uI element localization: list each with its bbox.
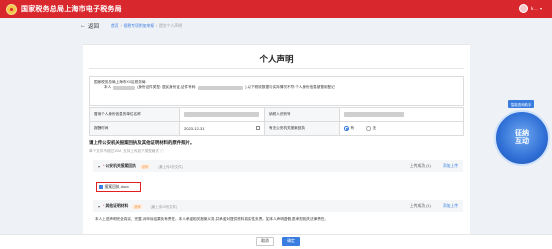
address-suffix: ),以下税收数据与实际情况不符:个人身份信息被冒用登记 [245,85,335,89]
statement-card: 个人声明 国家税务总局上海市XX区税务局: 本人 (身份证件类型: 居民身份证,… [83,44,470,249]
upload-note: 单个文件不超过10M, 支持上传如下类型格式 ⓘ [89,149,164,153]
required-tag: 必传 [139,163,151,169]
back-button[interactable]: ← 返回 [80,22,99,30]
required-mark: * [103,164,105,168]
breadcrumb: 首页 / 個税专项附加申报 / 提交个人声明 [111,24,182,29]
radio-no[interactable]: 无 [366,126,376,131]
breadcrumb-separator: / [156,23,158,28]
arrow-left-icon[interactable]: ← [80,23,86,29]
date-picker[interactable]: 2023-12-31 [180,122,265,135]
form-label: 纳税人识别号 [265,108,340,121]
chevron-down-icon[interactable]: ▾ [98,204,100,209]
proof-section-police-receipt[interactable]: ▾ * 公安机关报案回执 必传 (最上传1份文件) 上传成功 (1) 添加上传 [93,160,463,172]
add-upload-button[interactable]: 添加上传 [443,164,458,169]
file-name[interactable]: 报案回执.docx [105,185,129,190]
top-header: 国家税务总局上海市电子税务局 k... ▾ [0,0,552,18]
form-row: 冒用个人身份信息的单位名称 纳税人识别号 [90,108,464,122]
taxpayer-id-field [340,108,464,121]
user-name[interactable]: k... [531,6,537,11]
nav-row: ← 返回 首页 / 個税专项附加申报 / 提交个人声明 [80,22,182,30]
masked-taxpayer-id [344,112,404,117]
upload-status: 上传成功 (1) [409,203,431,208]
form-label: 冒用个人身份信息的单位名称 [90,108,180,121]
radio-unchecked-icon[interactable] [366,126,371,131]
action-bar [0,234,552,249]
company-name-field [180,108,265,121]
form-label: 报酬时间 [90,122,180,135]
proof-hint: (最上传1份文件) [158,164,183,169]
proof-name: 公安机关报案回执 [105,163,136,168]
back-label[interactable]: 返回 [88,22,99,30]
declaration-text: 本人上述声明完全真实、完整,对申诉结果负有责任。本人承诺相关报案义务,并承诺对提… [95,217,328,221]
radio-no-label[interactable]: 无 [373,126,377,131]
confirm-button[interactable]: 确定 [282,237,300,246]
page-title: 个人声明 [259,54,294,64]
masked-name [113,85,136,90]
upload-status: 上传成功 (1) [409,163,431,168]
document-icon [99,184,103,190]
form-label: 有无公安机关报案回执 [265,122,340,135]
user-menu[interactable]: k... ▾ [518,4,542,13]
chevron-down-icon[interactable]: ▾ [98,164,100,169]
address-mid: (身份证件类型: 居民身份证,证件号码: [137,85,197,89]
address-box: 国家税务总局上海市XX区税务局: 本人 (身份证件类型: 居民身份证,证件号码:… [89,76,464,106]
cancel-button[interactable]: 取消 [256,237,274,246]
optional-tag: 选传 [132,203,143,209]
breadcrumb-home[interactable]: 首页 [111,24,119,29]
masked-id-number [198,85,244,90]
radio-yes-label[interactable]: 有 [351,126,355,131]
date-value[interactable]: 2023-12-31 [184,126,204,131]
proof-actions: 上传成功 (1) 添加上传 [410,164,458,169]
breadcrumb-current: 提交个人声明 [159,23,182,28]
calendar-icon[interactable] [256,126,260,130]
radio-wrap: 有 无 [344,126,376,131]
proof-actions: 上传成功 (1) 添加上传 [410,204,458,209]
address-line: 本人 (身份证件类型: 居民身份证,证件号码: ),以下税收数据与实际情况不符:… [94,85,459,90]
required-mark: * [103,204,105,208]
receipt-radio-group: 有 无 [340,122,464,135]
date-value-wrap[interactable]: 2023-12-31 [184,126,260,131]
assistant-widget[interactable]: 征纳 互动 [494,110,550,166]
breadcrumb-section[interactable]: 個税专项附加申报 [124,24,154,29]
assistant-label[interactable]: 征纳 互动 [515,130,529,146]
add-upload-button[interactable]: 添加上传 [443,204,458,209]
statement-form: 冒用个人身份信息的单位名称 纳税人识别号 报酬时间 2023-12-31 有无公… [89,107,464,136]
breadcrumb-separator: / [120,23,122,28]
tax-emblem-icon [6,3,17,15]
avatar[interactable] [518,4,528,13]
proof-name: 其他证明材料 [105,203,129,208]
site-title: 国家税务总局上海市电子税务局 [21,6,122,13]
radio-yes[interactable]: 有 [344,126,354,131]
form-row: 报酬时间 2023-12-31 有无公安机关报案回执 有 无 [90,122,464,136]
address-prefix: 本人 [104,85,112,89]
upload-heading: 请上传公安机关报案回执及其他证明材料的原件照片。 [89,140,195,145]
radio-checked-icon[interactable] [344,126,349,131]
proof-section-other-materials[interactable]: ▾ * 其他证明材料 选传 (最上传10份文件) 上传成功 (1) 添加上传 [93,200,463,212]
chevron-down-icon[interactable]: ▾ [540,6,542,11]
assistant-badge[interactable]: 智能咨询助手 [508,100,535,108]
divider [89,68,464,69]
proof-hint: (最上传10份文件) [150,204,178,209]
masked-company-name [184,112,259,117]
uploaded-file-item[interactable]: 报案回执.docx [96,182,141,192]
